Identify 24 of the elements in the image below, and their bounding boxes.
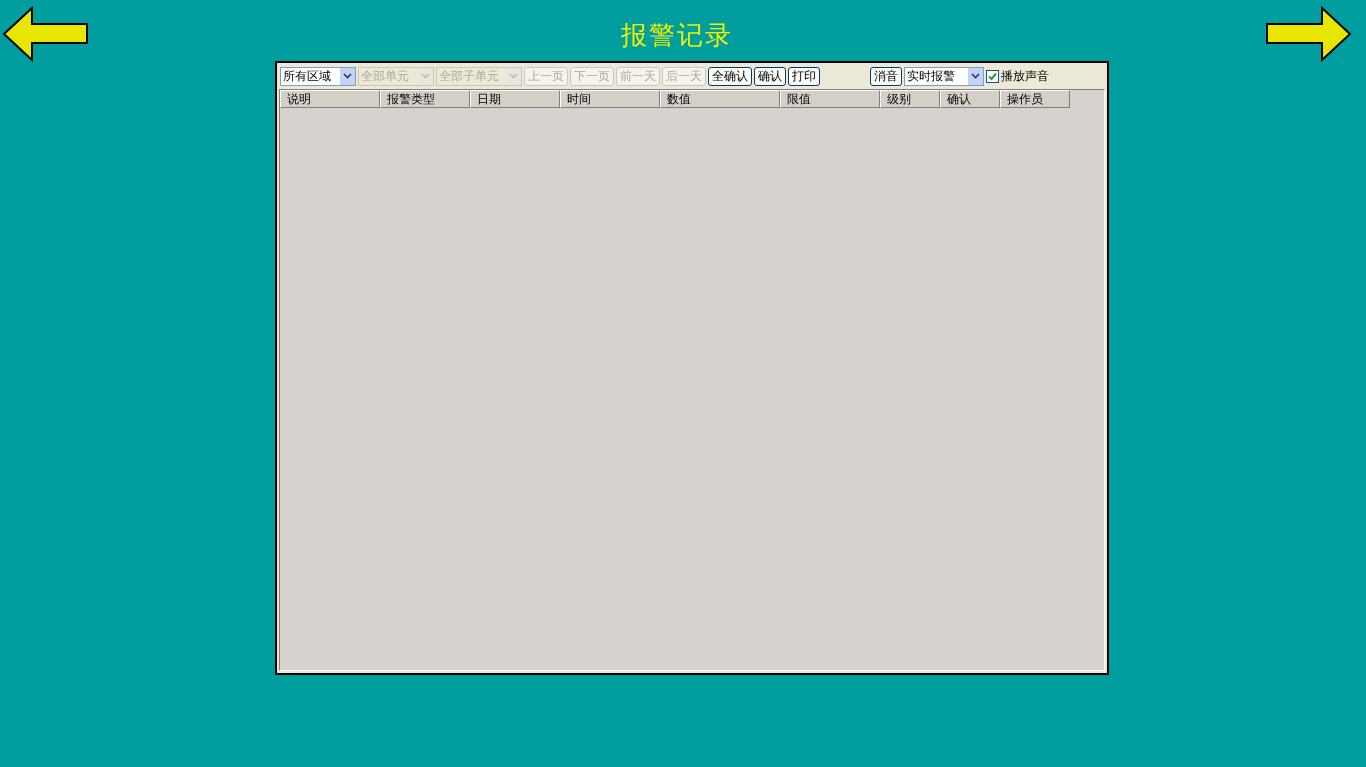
dropdown[interactable]: 所有区域 bbox=[280, 66, 356, 86]
chevron-down-icon bbox=[343, 73, 352, 79]
toolbar-button[interactable]: 打印 bbox=[788, 66, 820, 86]
toolbar-button[interactable]: 消音 bbox=[870, 66, 902, 86]
checkbox[interactable] bbox=[986, 69, 999, 83]
toolbar-button[interactable]: 全确认 bbox=[708, 66, 752, 86]
column-header[interactable]: 确认 bbox=[940, 90, 1000, 108]
page-title: 报警记录 bbox=[621, 19, 733, 52]
column-header[interactable]: 限值 bbox=[780, 90, 880, 108]
chevron-down-icon bbox=[421, 73, 430, 79]
column-header[interactable]: 日期 bbox=[470, 90, 560, 108]
dropdown[interactable]: 实时报警 bbox=[904, 66, 984, 86]
column-header[interactable]: 说明 bbox=[280, 90, 380, 108]
toolbar-button[interactable]: 确认 bbox=[754, 66, 786, 86]
right-arrow-icon[interactable] bbox=[1266, 6, 1352, 62]
column-header[interactable]: 操作员 bbox=[1000, 90, 1070, 108]
column-header[interactable]: 报警类型 bbox=[380, 90, 470, 108]
left-arrow-icon[interactable] bbox=[2, 6, 88, 62]
chevron-down-icon bbox=[509, 73, 518, 79]
column-header[interactable]: 时间 bbox=[560, 90, 660, 108]
column-header[interactable]: 数值 bbox=[660, 90, 780, 108]
checkbox-label: 播放声音 bbox=[1001, 67, 1049, 85]
column-header[interactable]: 级别 bbox=[880, 90, 940, 108]
chevron-down-icon bbox=[971, 73, 980, 79]
